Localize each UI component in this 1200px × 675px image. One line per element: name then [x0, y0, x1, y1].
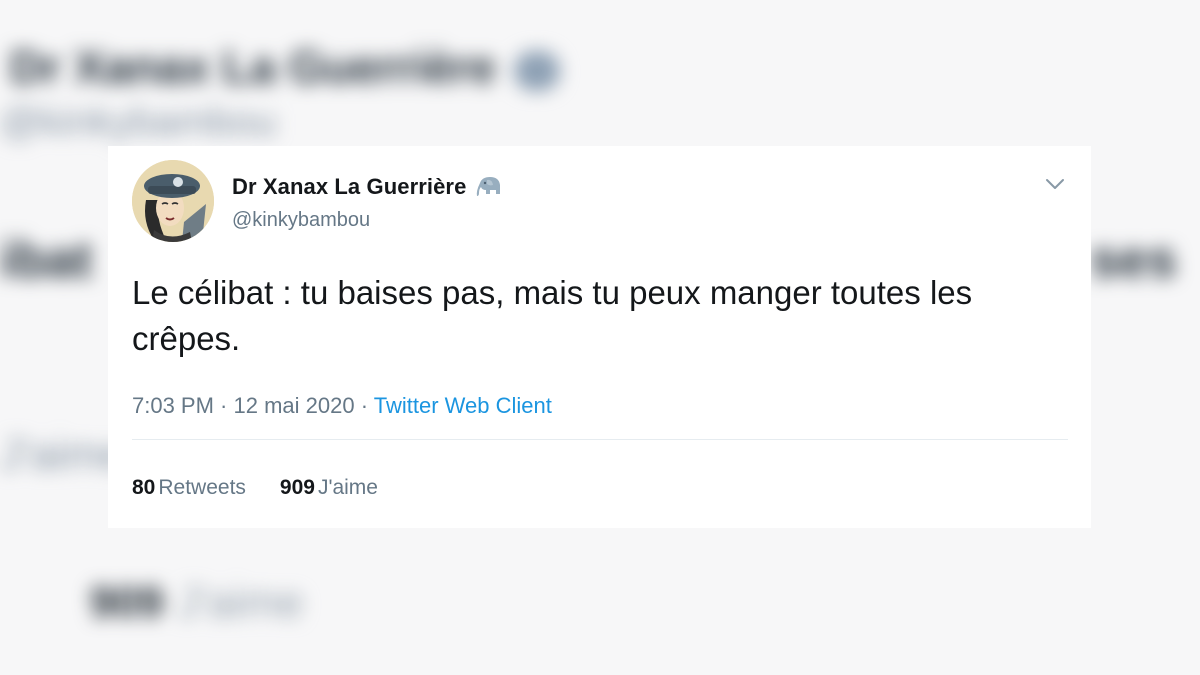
background-elephant-icon	[513, 50, 560, 91]
tweet-text: Le célibat : tu baises pas, mais tu peux…	[132, 274, 973, 357]
background-likes: 909 J'aime	[90, 578, 303, 628]
chevron-down-icon[interactable]	[1042, 174, 1068, 194]
retweets-count: 80	[132, 476, 156, 499]
display-name[interactable]: Dr Xanax La Guerrière	[232, 174, 466, 200]
background-likes-count: 909	[90, 578, 164, 627]
tweet-metadata: 7:03 PM · 12 mai 2020 · Twitter Web Clie…	[132, 393, 552, 419]
divider	[132, 439, 1068, 440]
background-handle: @kinkybambou	[0, 100, 277, 144]
elephant-icon	[474, 175, 504, 199]
tweet-stats: 80 Retweets 909 J'aime	[132, 476, 412, 500]
likes-label: J'aime	[317, 476, 378, 499]
retweets-stat[interactable]: 80 Retweets	[132, 476, 246, 500]
display-name-row: Dr Xanax La Guerrière	[232, 174, 504, 200]
avatar[interactable]	[132, 160, 214, 242]
meta-separator: ·	[354, 393, 374, 418]
tweet-card: Dr Xanax La Guerrière @kinkybambou Le cé…	[108, 146, 1091, 528]
handle[interactable]: @kinkybambou	[232, 209, 370, 232]
tweet-client-link[interactable]: Twitter Web Client	[374, 393, 552, 418]
retweets-label: Retweets	[158, 476, 246, 499]
tweet-time[interactable]: 7:03 PM	[132, 393, 214, 418]
tweet-date[interactable]: 12 mai 2020	[234, 393, 355, 418]
background-tweet-text-right: ses	[1090, 231, 1177, 289]
background-likes-label: J'aime	[177, 578, 304, 627]
avatar-illustration	[132, 160, 214, 242]
background-display-name: Dr Xanax La Guerrière	[10, 40, 560, 94]
likes-count: 909	[279, 476, 315, 499]
background-stat-fragment: J'aime	[0, 430, 126, 479]
background-tweet-text-left: ibat	[0, 231, 93, 289]
meta-separator: ·	[213, 393, 234, 418]
likes-stat[interactable]: 909 J'aime	[280, 476, 378, 500]
